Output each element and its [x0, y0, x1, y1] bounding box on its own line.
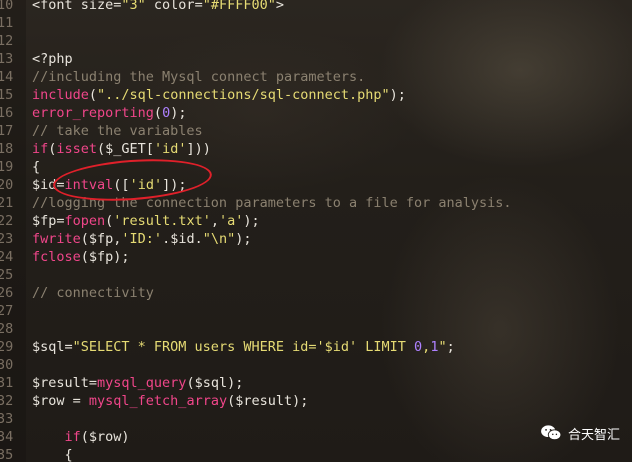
code-line: 30: [0, 356, 632, 374]
code-line: 28: [0, 320, 632, 338]
code-text: <font size="3" color="#FFFF00">: [32, 0, 284, 13]
code-line: 15 include("../sql-connections/sql-connec…: [0, 86, 632, 104]
line-number: 14: [0, 69, 14, 85]
line-number: 31: [0, 375, 14, 391]
code-text: if(isset($_GET['id'])): [32, 141, 211, 157]
line-number: 23: [0, 231, 14, 247]
watermark: 合天智汇: [540, 422, 620, 444]
line-number: 17: [0, 123, 14, 139]
code-line: 16 error_reporting(0);: [0, 104, 632, 122]
code-text: //including the Mysql connect parameters…: [32, 69, 366, 85]
code-line: 11: [0, 14, 632, 32]
code-text: if($row): [64, 429, 130, 445]
line-number: 10: [0, 0, 14, 13]
code-text: $sql="SELECT * FROM users WHERE id='$id'…: [32, 339, 455, 355]
code-text: fwrite($fp,'ID:'.$id."\n");: [32, 231, 252, 247]
code-line: 24 fclose($fp);: [0, 248, 632, 266]
line-number: 20: [0, 177, 14, 193]
line-number: 24: [0, 249, 14, 265]
line-number: 12: [0, 33, 14, 49]
line-number: 30: [0, 357, 14, 373]
code-text: $result=mysql_query($sql);: [32, 375, 244, 391]
code-line: 13 <?php: [0, 50, 632, 68]
code-line: 25: [0, 266, 632, 284]
code-line: 26 // connectivity: [0, 284, 632, 302]
line-number: 15: [0, 87, 14, 103]
code-line: 12: [0, 32, 632, 50]
line-number: 16: [0, 105, 14, 121]
line-number: 32: [0, 393, 14, 409]
wechat-icon: [541, 425, 562, 441]
code-text: {: [32, 447, 73, 462]
code-text: // connectivity: [32, 285, 154, 301]
line-number: 21: [0, 195, 14, 211]
code-text: {: [32, 159, 41, 175]
code-text: // take the variables: [32, 123, 203, 139]
code-line: 33: [0, 410, 632, 428]
code-text: <?php: [32, 51, 73, 67]
code-text: include("../sql-connections/sql-connect.…: [32, 87, 406, 103]
line-number: 26: [0, 285, 14, 301]
code-text: fclose($fp);: [32, 249, 130, 265]
code-editor[interactable]: 10 <font size="3" color="#FFFF00"> 11 12 13 <…: [0, 0, 632, 462]
line-number: 35: [0, 447, 14, 462]
code-line: 22 $fp=fopen('result.txt','a');: [0, 212, 632, 230]
line-number: 29: [0, 339, 14, 355]
line-number: 13: [0, 51, 14, 67]
code-line: 29 $sql="SELECT * FROM users WHERE id='$i…: [0, 338, 632, 356]
code-line: 10 <font size="3" color="#FFFF00">: [0, 0, 632, 14]
code-line: 32 $row = mysql_fetch_array($result);: [0, 392, 632, 410]
line-number: 27: [0, 303, 14, 319]
line-number: 33: [0, 411, 14, 427]
line-number: 25: [0, 267, 14, 283]
line-number: 22: [0, 213, 14, 229]
line-number: 18: [0, 141, 14, 157]
line-number: 28: [0, 321, 14, 337]
line-number: 11: [0, 15, 14, 31]
code-line: 14 //including the Mysql connect paramete…: [0, 68, 632, 86]
code-line: 31 $result=mysql_query($sql);: [0, 374, 632, 392]
code-line: 18 if(isset($_GET['id'])): [0, 140, 632, 158]
code-text: $fp=fopen('result.txt','a');: [32, 213, 260, 229]
code-line: 35 {: [0, 446, 632, 462]
code-line: 17 // take the variables: [0, 122, 632, 140]
line-number: 19: [0, 159, 14, 175]
code-text: error_reporting(0);: [32, 105, 187, 121]
code-line: 23 fwrite($fp,'ID:'.$id."\n");: [0, 230, 632, 248]
watermark-label: 合天智汇: [567, 427, 620, 443]
code-line: 27: [0, 302, 632, 320]
line-number: 34: [0, 429, 14, 445]
code-text: $row = mysql_fetch_array($result);: [32, 393, 309, 409]
code-line: 34 if($row): [0, 428, 632, 446]
